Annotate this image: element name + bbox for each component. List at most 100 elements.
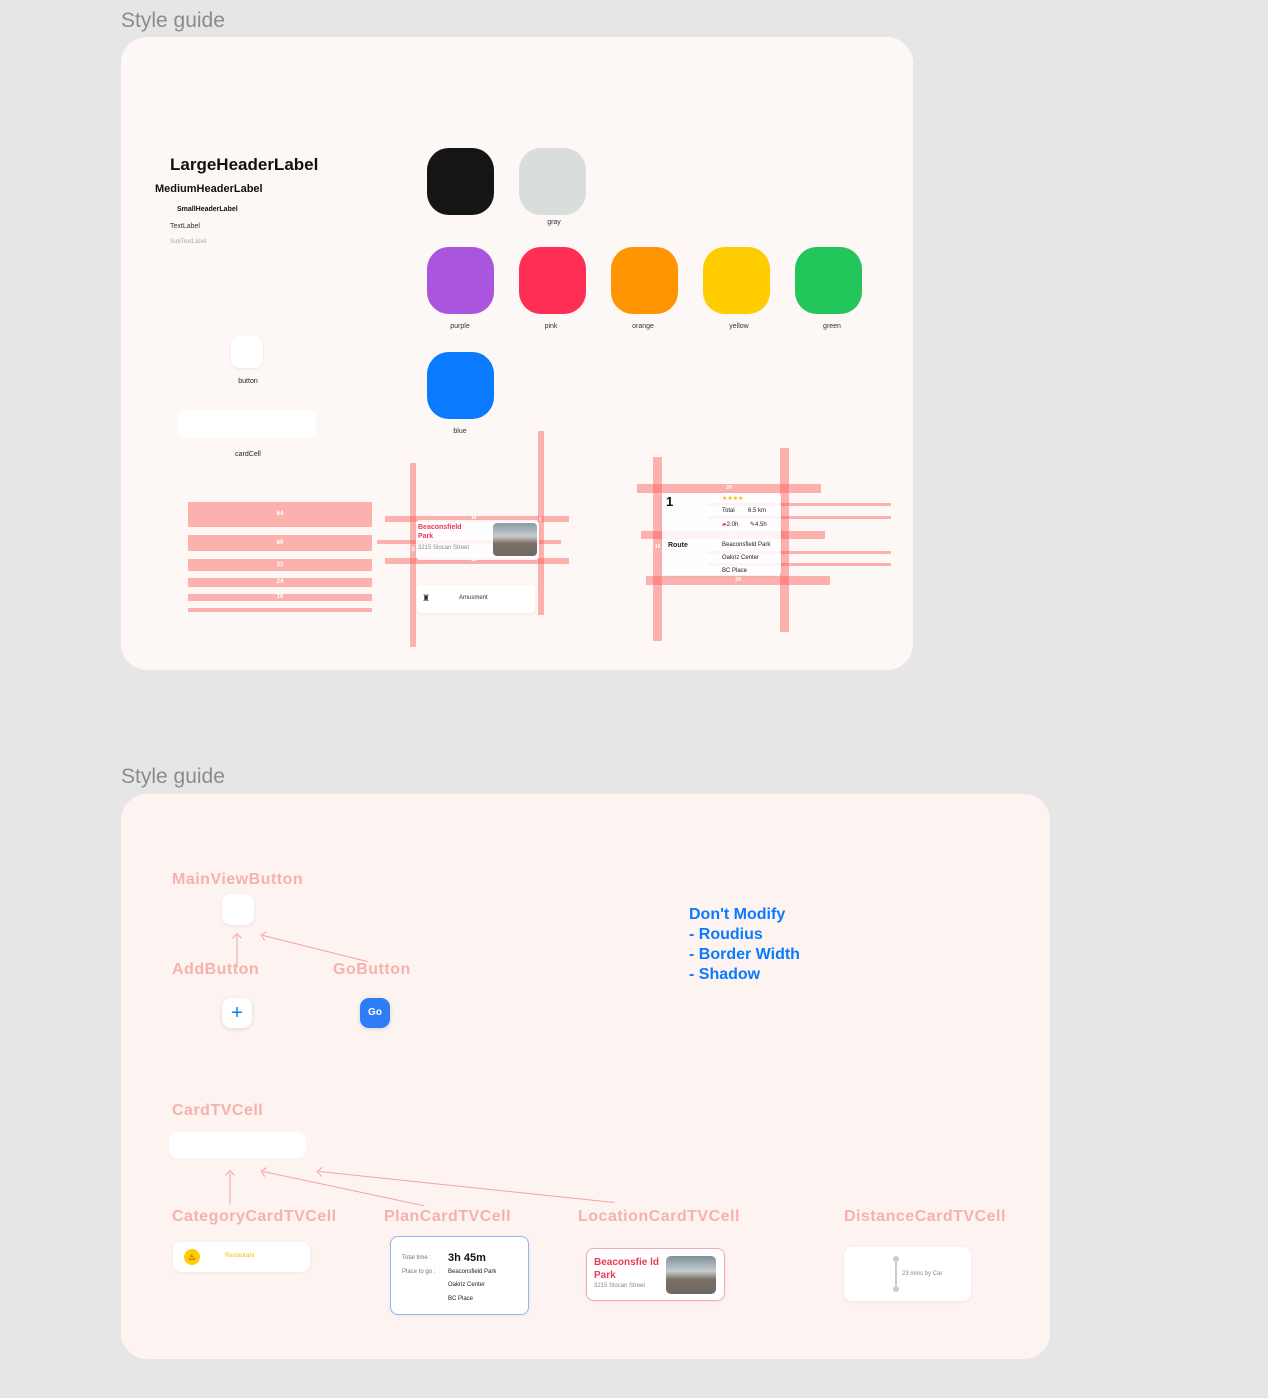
category-label: Restaurant xyxy=(225,1253,255,1259)
location-card-example: Beaconsfield Park 3215 Slocan Street xyxy=(416,520,539,560)
medium-header-label: MediumHeaderLabel xyxy=(155,183,263,195)
car-time: ▰2.0h xyxy=(722,521,738,528)
subtext-label: SubTextLabel xyxy=(170,239,207,245)
margin-label: 16 xyxy=(471,515,477,521)
margin-label: 16 xyxy=(655,544,661,550)
redline-horizontal: 24 xyxy=(637,484,821,493)
margin-label: 16 xyxy=(471,557,477,563)
spacing-bar-64: 64 xyxy=(188,502,372,527)
color-swatch-yellow xyxy=(703,247,770,314)
style-guide-frame: MainViewButton AddButton GoButton + Go D… xyxy=(121,794,1050,1359)
swatch-label-pink: pink xyxy=(544,323,558,330)
spacing-bar-24: 24 xyxy=(188,578,372,587)
swatch-label-yellow: yellow xyxy=(729,323,749,330)
location-card-cell: Beaconsfie ld Park 3215 Slocan Street xyxy=(586,1248,725,1301)
distance-label: 23 mins by Car xyxy=(902,1271,943,1277)
plan-card-cell: Total time : 3h 45m Place to go : Beacon… xyxy=(390,1236,529,1315)
main-view-button-title: MainViewButton xyxy=(172,871,304,888)
main-view-button[interactable] xyxy=(222,894,254,925)
large-header-label: LargeHeaderLabel xyxy=(170,155,319,174)
color-swatch-orange xyxy=(611,247,678,314)
place-to-go-label: Place to go : xyxy=(402,1269,436,1275)
color-swatch-black xyxy=(427,148,494,215)
spacing-bar-60: 60 xyxy=(188,535,372,551)
text-label: TextLabel xyxy=(170,223,200,230)
frame-title: Style guide xyxy=(121,765,225,788)
swatch-label-green: green xyxy=(823,323,841,330)
redline-vertical xyxy=(780,448,789,632)
swatch-label-purple: purple xyxy=(450,323,470,330)
restaurant-icon: ♨ xyxy=(184,1249,200,1265)
route-place-3: BC Place xyxy=(722,568,748,574)
card-cell-caption: cardCell xyxy=(235,451,261,458)
category-card-example: ♜ Amusment xyxy=(417,585,535,613)
walk-time: ✎4.5h xyxy=(750,521,767,528)
color-swatch-pink xyxy=(519,247,586,314)
category-card-tv-cell-title: CategoryCardTVCell xyxy=(172,1208,337,1225)
plan-card-example: 1 ★★★★ Total 6.5 km ▰2.0h ✎4.5h Route Be… xyxy=(662,493,781,575)
location-photo xyxy=(493,523,537,556)
spacing-bar-32: 32 xyxy=(188,559,372,571)
plan-number: 1 xyxy=(666,494,674,509)
arrow xyxy=(262,935,368,963)
location-subtitle: 3215 Slocan Street xyxy=(418,545,470,551)
route-place-1: Beaconsfield Park xyxy=(722,542,771,548)
total-time-label: Total time : xyxy=(402,1255,432,1261)
distance-card-tv-cell-title: DistanceCardTVCell xyxy=(844,1208,1006,1225)
add-button[interactable]: + xyxy=(222,998,252,1028)
category-label: Amusment xyxy=(459,595,488,601)
amusement-icon: ♜ xyxy=(422,593,431,603)
card-tv-cell-title: CardTVCell xyxy=(172,1102,264,1119)
color-swatch-purple xyxy=(427,247,494,314)
place-2: Oakriz Center xyxy=(448,1282,486,1288)
swatch-label-gray: gray xyxy=(547,219,561,226)
color-swatch-gray xyxy=(519,148,586,215)
distance-start-dot xyxy=(893,1256,899,1262)
note-line: - Border Width xyxy=(689,946,800,963)
arrow xyxy=(229,1172,231,1205)
arrow xyxy=(318,1171,615,1204)
car-time-value: 2.0h xyxy=(726,522,739,528)
note-line: - Shadow xyxy=(689,966,761,983)
add-button-title: AddButton xyxy=(172,961,260,978)
distance-card-cell: 23 mins by Car xyxy=(844,1247,971,1301)
location-title: Beaconsfie ld Park xyxy=(594,1257,660,1281)
button-caption: button xyxy=(238,378,258,385)
plan-card-tv-cell-title: PlanCardTVCell xyxy=(384,1208,512,1225)
note-line: Don't Modify xyxy=(689,906,786,923)
margin-label: 8 xyxy=(539,517,542,523)
arrow xyxy=(262,1171,425,1207)
margin-label: 8 xyxy=(412,547,415,553)
place-1: Beaconsfield Park xyxy=(448,1269,497,1275)
total-time-value: 3h 45m xyxy=(448,1252,486,1264)
color-swatch-blue xyxy=(427,352,494,419)
note-line: - Roudius xyxy=(689,926,763,943)
dont-modify-note: Don't Modify - Roudius - Border Width - … xyxy=(689,905,800,985)
swatch-label-orange: orange xyxy=(632,323,654,330)
spacing-bar-16: 16 xyxy=(188,594,372,601)
card-cell-sample xyxy=(178,409,316,439)
button-sample[interactable] xyxy=(231,336,263,368)
total-value: 6.5 km xyxy=(748,508,767,514)
location-card-tv-cell-title: LocationCardTVCell xyxy=(578,1208,740,1225)
card-tv-cell xyxy=(169,1132,306,1158)
redline-horizontal: 24 xyxy=(646,576,830,585)
go-button-title: GoButton xyxy=(333,961,411,978)
spacing-bar-8 xyxy=(188,608,372,612)
swatch-label-blue: blue xyxy=(453,428,467,435)
location-photo xyxy=(666,1256,716,1294)
color-swatch-green xyxy=(795,247,862,314)
rating-stars: ★★★★ xyxy=(722,496,744,502)
place-3: BC Place xyxy=(448,1296,474,1302)
category-card-cell: ♨ Restaurant xyxy=(173,1242,310,1272)
location-title: Beaconsfield Park xyxy=(418,524,462,540)
route-place-2: Oakriz Center xyxy=(722,555,760,561)
location-subtitle: 3215 Slocan Street xyxy=(594,1283,646,1289)
style-guide-frame: LargeHeaderLabel MediumHeaderLabel Small… xyxy=(121,37,913,670)
frame-title: Style guide xyxy=(121,9,225,32)
route-label: Route xyxy=(668,542,688,549)
distance-end-dot xyxy=(893,1286,899,1292)
walk-time-value: 4.5h xyxy=(755,522,767,528)
small-header-label: SmallHeaderLabel xyxy=(177,206,238,213)
go-button[interactable]: Go xyxy=(360,998,390,1028)
